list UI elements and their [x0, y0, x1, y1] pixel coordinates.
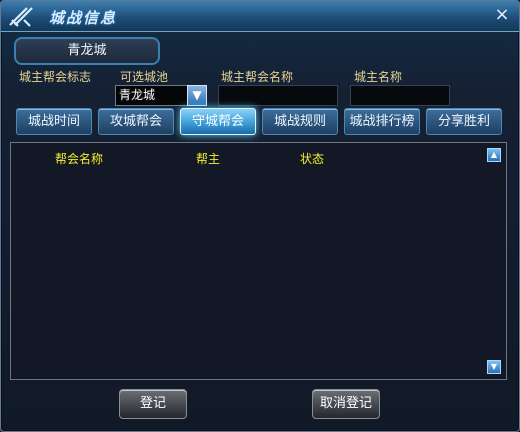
- guild-list: 帮会名称 帮主 状态 ▲ ▼: [10, 142, 507, 380]
- column-guild-leader: 帮主: [196, 152, 221, 166]
- tab-share-victory[interactable]: 分享胜利: [426, 108, 502, 135]
- guild-logo-label: 城主帮会标志: [19, 70, 92, 84]
- owner-name-field: [350, 85, 450, 106]
- crossed-swords-icon: [9, 7, 33, 27]
- window-title-bar: 城战信息 ×: [1, 1, 519, 32]
- owner-guild-name-label: 城主帮会名称: [221, 70, 294, 84]
- cancel-register-button[interactable]: 取消登记: [312, 389, 380, 419]
- column-status: 状态: [300, 152, 325, 166]
- scroll-down-button[interactable]: ▼: [487, 360, 501, 374]
- tab-war-rules[interactable]: 城战规则: [262, 108, 338, 135]
- tab-war-ranking[interactable]: 城战排行榜: [344, 108, 420, 135]
- register-button[interactable]: 登记: [119, 389, 187, 419]
- owner-name-label: 城主名称: [354, 70, 403, 84]
- city-name-tab[interactable]: 青龙城: [14, 37, 160, 65]
- tab-defending-guilds[interactable]: 守城帮会: [180, 108, 256, 135]
- tab-bar: 城战时间 攻城帮会 守城帮会 城战规则 城战排行榜 分享胜利: [14, 108, 508, 136]
- selectable-city-label: 可选城池: [120, 70, 169, 84]
- tab-war-time[interactable]: 城战时间: [16, 108, 92, 135]
- dropdown-arrow-icon[interactable]: ▼: [187, 85, 207, 106]
- scroll-up-button[interactable]: ▲: [487, 148, 501, 162]
- column-guild-name: 帮会名称: [55, 152, 104, 166]
- city-war-info-window: 城战信息 × 青龙城 城主帮会标志 可选城池 城主帮会名称 城主名称 青龙城 ▼…: [0, 0, 520, 432]
- tab-attacking-guilds[interactable]: 攻城帮会: [98, 108, 174, 135]
- city-select[interactable]: 青龙城: [115, 85, 190, 106]
- window-title: 城战信息: [49, 9, 118, 27]
- close-button[interactable]: ×: [493, 6, 511, 24]
- owner-guild-name-field: [218, 85, 338, 106]
